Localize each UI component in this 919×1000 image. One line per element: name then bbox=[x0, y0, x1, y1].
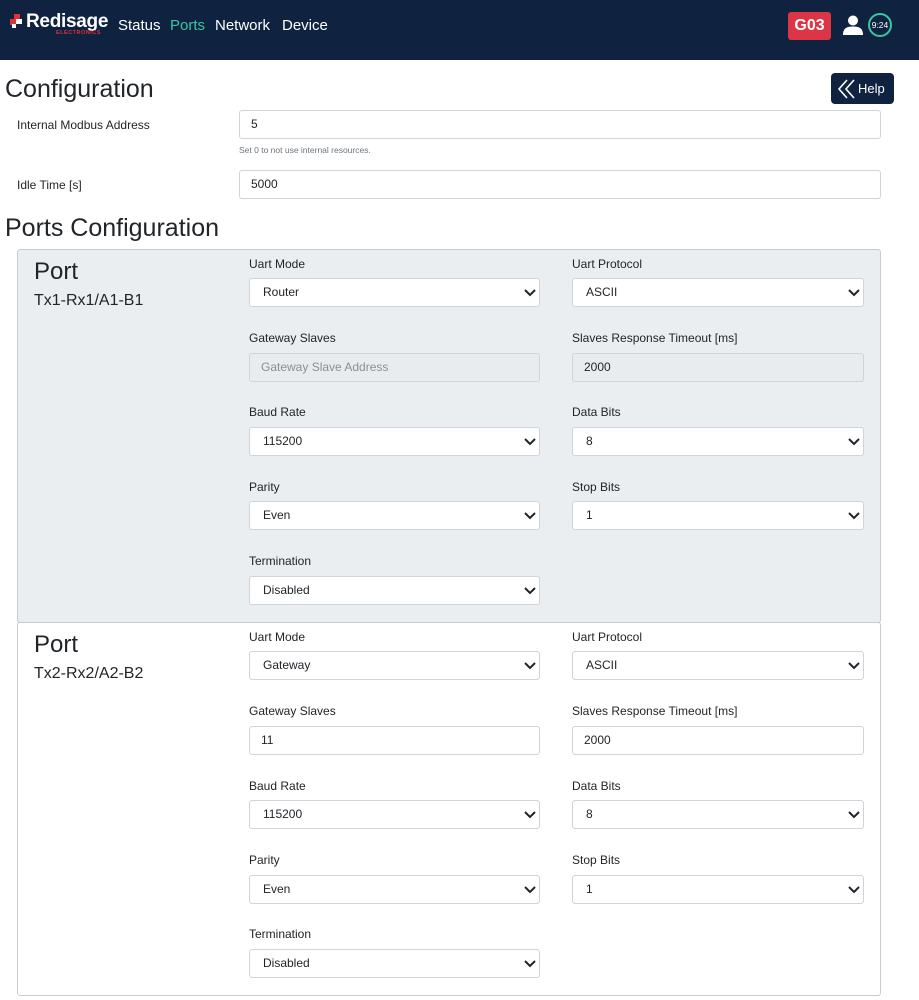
port-1-data-bits-label: Data Bits bbox=[572, 405, 621, 419]
port-1-uart-protocol-select[interactable]: ASCII bbox=[572, 278, 864, 307]
help-button-label: Help bbox=[858, 81, 885, 96]
port-2-uart-mode-value: Gateway bbox=[263, 658, 311, 672]
brand-subtitle: ELECTRONICS bbox=[56, 30, 101, 36]
port-2-baud-rate-select[interactable]: 115200 bbox=[249, 800, 540, 829]
port-2-uart-mode-select[interactable]: Gateway bbox=[249, 651, 540, 680]
double-chevron-left-icon bbox=[837, 79, 855, 99]
chevron-down-icon bbox=[848, 811, 860, 819]
port-1-uart-mode-select[interactable]: Router bbox=[249, 278, 540, 307]
port-1-uart-protocol-label: Uart Protocol bbox=[572, 257, 643, 271]
port-2-parity-label: Parity bbox=[249, 853, 280, 867]
port-2-stop-bits-select[interactable]: 1 bbox=[572, 875, 864, 904]
internal-address-input[interactable]: 5 bbox=[239, 110, 881, 139]
chevron-down-icon bbox=[848, 512, 860, 520]
port-2-name: Tx2-Rx2/A2-B2 bbox=[34, 665, 144, 682]
port-1-parity-select[interactable]: Even bbox=[249, 501, 540, 530]
internal-address-label: Internal Modbus Address bbox=[17, 118, 150, 132]
port-1-termination-label: Termination bbox=[249, 554, 312, 568]
port-1-stop-bits-label: Stop Bits bbox=[572, 480, 621, 494]
chevron-down-icon bbox=[524, 289, 536, 297]
port-1-baud-rate-value: 115200 bbox=[263, 434, 303, 448]
port-2-uart-protocol-label: Uart Protocol bbox=[572, 630, 643, 644]
port-2-title: Port bbox=[34, 631, 79, 658]
chevron-down-icon bbox=[524, 662, 536, 670]
port-1-parity-value: Even bbox=[263, 508, 291, 522]
port-1-baud-rate-label: Baud Rate bbox=[249, 405, 306, 419]
port-1-uart-protocol-value: ASCII bbox=[586, 285, 618, 299]
brand-logo[interactable]: Redisage ELECTRONICS bbox=[10, 11, 110, 38]
port-2-stop-bits-value: 1 bbox=[586, 882, 593, 896]
chevron-down-icon bbox=[848, 438, 860, 446]
port-2-gateway-slaves-input[interactable]: 11 bbox=[249, 726, 540, 755]
port-2-gateway-slaves-label: Gateway Slaves bbox=[249, 704, 336, 718]
port-1-baud-rate-select[interactable]: 115200 bbox=[249, 427, 540, 456]
chevron-down-icon bbox=[524, 960, 536, 968]
port-2-uart-protocol-select[interactable]: ASCII bbox=[572, 651, 864, 680]
port-2-termination-select[interactable]: Disabled bbox=[249, 949, 540, 978]
chevron-down-icon bbox=[848, 289, 860, 297]
port-1-parity-label: Parity bbox=[249, 480, 280, 494]
top-navbar: Redisage ELECTRONICS Status Ports Networ… bbox=[0, 0, 919, 60]
chevron-down-icon bbox=[524, 512, 536, 520]
port-1-stop-bits-select[interactable]: 1 bbox=[572, 501, 864, 530]
port-1-uart-mode-value: Router bbox=[263, 285, 300, 299]
port-2-parity-select[interactable]: Even bbox=[249, 875, 540, 904]
port-2-termination-label: Termination bbox=[249, 927, 312, 941]
port-1-stop-bits-value: 1 bbox=[586, 508, 593, 522]
idle-time-input[interactable]: 5000 bbox=[239, 170, 881, 199]
internal-address-help: Set 0 to not use internal resources. bbox=[239, 145, 371, 155]
port-1-gateway-slaves-label: Gateway Slaves bbox=[249, 331, 336, 345]
port-1-gateway-slaves-input[interactable]: Gateway Slave Address bbox=[249, 353, 540, 382]
chevron-down-icon bbox=[524, 438, 536, 446]
nav-link-status[interactable]: Status bbox=[118, 17, 161, 34]
port-2-stop-bits-label: Stop Bits bbox=[572, 853, 621, 867]
port-2-data-bits-label: Data Bits bbox=[572, 779, 621, 793]
idle-time-label: Idle Time [s] bbox=[17, 178, 82, 192]
port-1-termination-select[interactable]: Disabled bbox=[249, 576, 540, 605]
port-1-title: Port bbox=[34, 258, 79, 285]
port-2-termination-value: Disabled bbox=[263, 956, 310, 970]
port-2-parity-value: Even bbox=[263, 882, 291, 896]
port-2-timeout-input[interactable]: 2000 bbox=[572, 726, 864, 755]
port-2-baud-rate-label: Baud Rate bbox=[249, 779, 306, 793]
chevron-down-icon bbox=[848, 886, 860, 894]
port-1-data-bits-value: 8 bbox=[586, 434, 593, 448]
port-2-uart-protocol-value: ASCII bbox=[586, 658, 618, 672]
port-2-data-bits-value: 8 bbox=[586, 807, 593, 821]
port-2-baud-rate-value: 115200 bbox=[263, 807, 303, 821]
chevron-down-icon bbox=[524, 587, 536, 595]
clock-badge: 9:24 bbox=[868, 13, 892, 37]
port-1-timeout-input[interactable]: 2000 bbox=[572, 353, 864, 382]
nav-link-device[interactable]: Device bbox=[282, 17, 328, 34]
port-2-uart-mode-label: Uart Mode bbox=[249, 630, 306, 644]
help-button[interactable]: Help bbox=[831, 73, 894, 104]
nav-link-ports[interactable]: Ports bbox=[170, 17, 205, 34]
logo-mark-icon bbox=[10, 14, 22, 28]
port-2-timeout-label: Slaves Response Timeout [ms] bbox=[572, 704, 738, 718]
chevron-down-icon bbox=[848, 662, 860, 670]
configuration-title: Configuration bbox=[5, 75, 154, 103]
chevron-down-icon bbox=[524, 886, 536, 894]
ports-configuration-title: Ports Configuration bbox=[5, 214, 220, 242]
chevron-down-icon bbox=[524, 811, 536, 819]
port-1-data-bits-select[interactable]: 8 bbox=[572, 427, 864, 456]
port-2-data-bits-select[interactable]: 8 bbox=[572, 800, 864, 829]
port-1-name: Tx1-Rx1/A1-B1 bbox=[34, 292, 144, 309]
port-1-uart-mode-label: Uart Mode bbox=[249, 257, 306, 271]
nav-link-network[interactable]: Network bbox=[215, 17, 270, 34]
port-1-timeout-label: Slaves Response Timeout [ms] bbox=[572, 331, 738, 345]
port-1-termination-value: Disabled bbox=[263, 583, 310, 597]
user-icon[interactable] bbox=[842, 14, 864, 36]
device-badge[interactable]: G03 bbox=[788, 12, 831, 40]
